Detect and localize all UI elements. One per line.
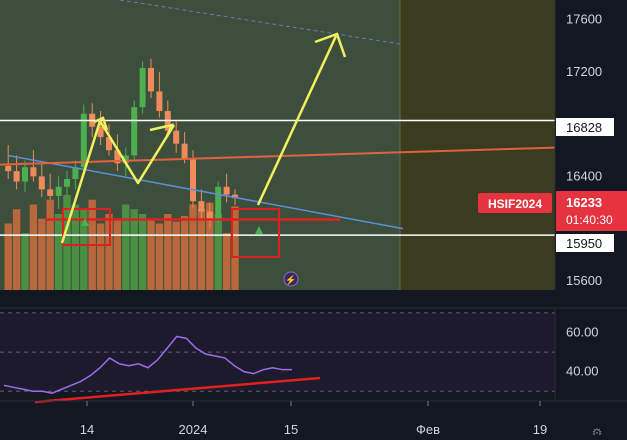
volume-bar xyxy=(21,233,29,290)
volume-bar xyxy=(38,218,46,290)
settings-icon[interactable]: ⚙ xyxy=(592,426,603,440)
volume-bar xyxy=(12,209,21,290)
volume-bar xyxy=(147,218,155,290)
candle-body xyxy=(80,113,87,168)
price-tick-label: 16400 xyxy=(566,168,602,183)
price-tick-label: 17600 xyxy=(566,12,602,27)
candle-body xyxy=(148,67,154,92)
candle-body xyxy=(223,186,230,195)
level-label-upper: 16828 xyxy=(566,120,602,135)
candle-body xyxy=(5,165,12,172)
rsi-axis-ticks: 60.00 40.00 xyxy=(566,324,599,378)
pane-separator[interactable] xyxy=(0,290,627,308)
event-badge-icon: ⚡ xyxy=(285,274,296,286)
volume-bar xyxy=(155,223,164,290)
volume-bar xyxy=(172,221,180,290)
candle-body xyxy=(38,176,45,190)
volume-bar xyxy=(180,215,189,290)
volume-bar xyxy=(214,214,222,290)
level-label-lower: 15950 xyxy=(566,236,602,251)
candle-body xyxy=(22,167,28,182)
candle-body xyxy=(13,171,20,182)
volume-bar xyxy=(113,218,122,290)
candle-body xyxy=(173,130,180,144)
time-tick-label: 15 xyxy=(284,422,298,435)
chart-canvas[interactable]: ⚡ 15600 16400 17200 17600 16828 15950 HSIF2… xyxy=(0,0,627,440)
rsi-tick-label: 60.00 xyxy=(566,324,599,339)
olive-zone xyxy=(400,0,555,290)
volume-bar xyxy=(46,199,54,290)
volume-bar xyxy=(54,214,63,290)
last-price: 16233 xyxy=(566,195,602,210)
volume-bar xyxy=(130,209,138,290)
volume-bar xyxy=(122,204,130,290)
candle-body xyxy=(198,201,205,212)
time-tick-label: 2024 xyxy=(179,422,208,435)
volume-bar xyxy=(29,204,38,290)
volume-bar xyxy=(71,204,80,290)
candle-body xyxy=(156,91,163,112)
bar-countdown: 01:40:30 xyxy=(566,213,613,227)
candle-body xyxy=(215,186,222,221)
time-tick-label: Фев xyxy=(416,422,440,435)
volume-bar xyxy=(96,223,105,290)
time-tick-label: 14 xyxy=(80,422,94,435)
candle-body xyxy=(139,67,146,108)
time-tick-label: 19 xyxy=(533,422,547,435)
volume-bar xyxy=(197,209,206,290)
volume-bar xyxy=(138,214,147,290)
candle-body xyxy=(181,143,188,159)
candle-body xyxy=(30,167,37,177)
candle-body xyxy=(55,186,62,196)
candle-body xyxy=(64,178,70,187)
chart-screen: ⚡ 15600 16400 17200 17600 16828 15950 HSIF2… xyxy=(0,0,627,440)
volume-bar xyxy=(164,214,172,290)
candle-body xyxy=(190,158,196,202)
symbol-tag: HSIF2024 xyxy=(488,197,542,211)
volume-bar xyxy=(189,204,197,290)
volume-bar xyxy=(222,233,231,290)
candle-body xyxy=(47,189,54,196)
time-axis-ticks[interactable]: 14 2024 15 Фев 19 xyxy=(80,401,547,437)
price-tick-label: 15600 xyxy=(566,273,602,288)
candle-body xyxy=(131,107,138,156)
price-tick-label: 17200 xyxy=(566,64,602,79)
rsi-tick-label: 40.00 xyxy=(566,364,599,379)
volume-bar xyxy=(4,223,12,290)
